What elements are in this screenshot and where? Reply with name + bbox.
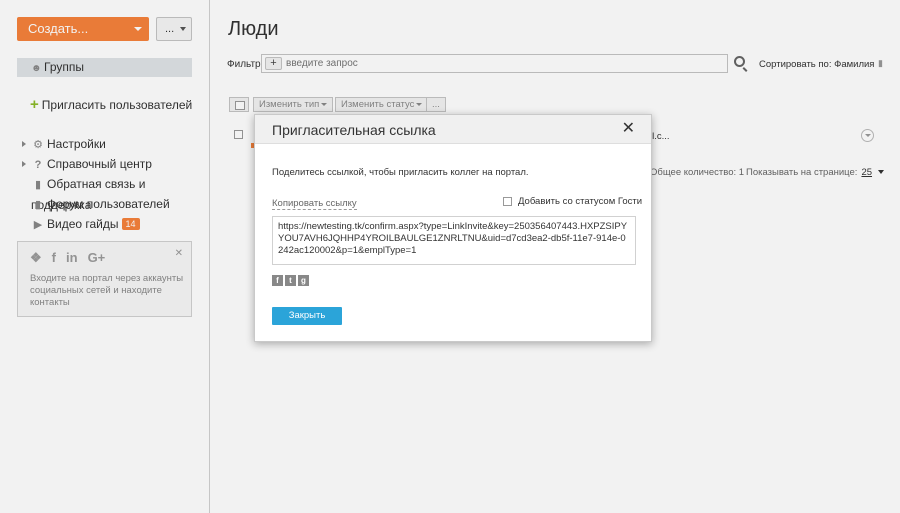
googleplus-icon[interactable]: g bbox=[298, 275, 309, 286]
invite-link-field[interactable]: https://newtesting.tk/confirm.aspx?type=… bbox=[272, 216, 636, 265]
copy-link-button[interactable]: Копировать ссылку bbox=[272, 198, 357, 210]
facebook-icon[interactable]: f bbox=[272, 275, 283, 286]
close-icon[interactable]: ✕ bbox=[622, 121, 635, 137]
guest-status-label[interactable]: Добавить со статусом Гости bbox=[518, 196, 642, 207]
twitter-icon[interactable]: t bbox=[285, 275, 296, 286]
dialog-description: Поделитесь ссылкой, чтобы пригласить кол… bbox=[272, 167, 529, 178]
guest-status-checkbox[interactable] bbox=[503, 197, 512, 206]
invite-link-dialog: Пригласительная ссылка ✕ Поделитесь ссыл… bbox=[254, 114, 652, 342]
share-icons: ftg bbox=[272, 272, 311, 286]
dialog-header: Пригласительная ссылка ✕ bbox=[255, 115, 651, 144]
dialog-title: Пригласительная ссылка bbox=[272, 122, 436, 138]
close-button[interactable]: Закрыть bbox=[272, 307, 342, 325]
